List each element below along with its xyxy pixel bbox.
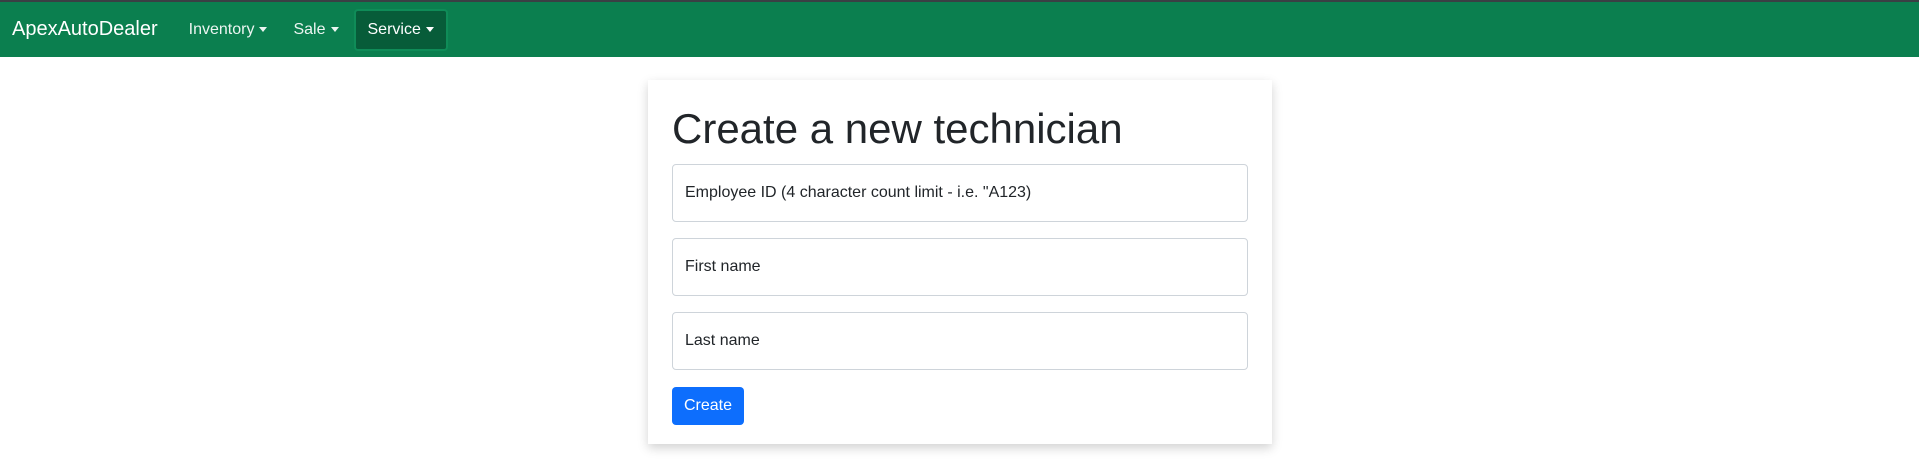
nav-dropdown-inventory[interactable]: Inventory — [178, 12, 279, 48]
top-navbar: ApexAutoDealer Inventory Sale Service — [0, 2, 1919, 57]
nav-dropdown-service[interactable]: Service — [353, 8, 448, 51]
nav-dropdown-service-label: Service — [367, 20, 421, 38]
first-name-input[interactable] — [672, 238, 1248, 296]
nav-dropdown-sale[interactable]: Sale — [282, 12, 349, 48]
create-technician-card: Create a new technician Create — [648, 80, 1272, 444]
main-content: Create a new technician Create — [0, 57, 1919, 462]
caret-down-icon — [425, 27, 434, 32]
page-title: Create a new technician — [672, 105, 1123, 152]
brand-link[interactable]: ApexAutoDealer — [12, 18, 158, 41]
caret-down-icon — [259, 27, 268, 32]
employee-id-input[interactable] — [672, 164, 1248, 222]
create-button[interactable]: Create — [672, 387, 745, 425]
nav-dropdown-inventory-label: Inventory — [188, 20, 255, 38]
last-name-input[interactable] — [672, 312, 1248, 370]
caret-down-icon — [330, 27, 339, 32]
nav-dropdown-sale-label: Sale — [293, 20, 326, 38]
